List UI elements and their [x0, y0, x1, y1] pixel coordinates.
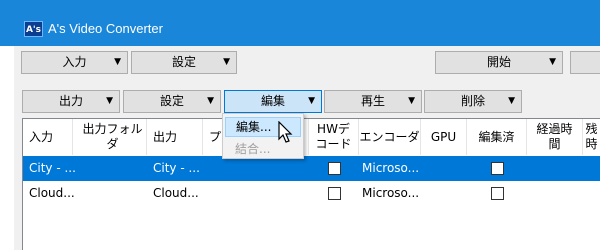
start-button-label: 開始 [486, 55, 511, 69]
output-button[interactable]: 出力 ▼ [22, 90, 120, 113]
settings-button-label: 設定 [171, 55, 196, 69]
edited-checkbox[interactable] [491, 187, 504, 200]
app-logo-icon: A's [24, 21, 43, 37]
column-header-output[interactable]: 出力 [147, 119, 203, 155]
cell-output: City - ... [153, 161, 200, 175]
input-button[interactable]: 入力 ▼ [21, 51, 128, 74]
edited-checkbox[interactable] [491, 162, 504, 175]
column-header-input[interactable]: 入力 [23, 119, 73, 155]
table-row[interactable]: City - ... City - ... Microso... [23, 156, 600, 181]
cell-encoder: Microso... [362, 186, 420, 200]
output-button-label: 出力 [58, 94, 83, 108]
hw-decode-checkbox[interactable] [328, 162, 341, 175]
cell-encoder: Microso... [362, 161, 420, 175]
cell-input: City - ... [29, 161, 76, 175]
chevron-down-icon: ▼ [549, 57, 556, 67]
column-header-hw-decode[interactable]: HWデ コード [309, 119, 359, 155]
more-button[interactable] [570, 51, 600, 74]
chevron-down-icon: ▼ [508, 96, 515, 106]
table-row[interactable]: Cloud... Cloud... Microso... [23, 181, 600, 206]
input-button-label: 入力 [62, 55, 87, 69]
chevron-down-icon: ▼ [223, 57, 230, 67]
play-button[interactable]: 再生 ▼ [324, 90, 422, 113]
play-button-label: 再生 [360, 94, 385, 108]
window-title: A's Video Converter [48, 21, 163, 36]
column-header-edited[interactable]: 編集済 [467, 119, 527, 155]
chevron-down-icon: ▼ [114, 57, 121, 67]
chevron-down-icon: ▼ [308, 96, 315, 106]
chevron-down-icon: ▼ [207, 96, 214, 106]
title-bar: A's A's Video Converter [0, 0, 600, 46]
main-window: 入力 ▼ 設定 ▼ 開始 ▼ 出力 ▼ 設定 ▼ 編集 ▼ 再生 ▼ 削除 ▼ … [14, 46, 600, 250]
start-button[interactable]: 開始 ▼ [435, 51, 563, 74]
edit-button[interactable]: 編集 ▼ [224, 90, 322, 113]
chevron-down-icon: ▼ [408, 96, 415, 106]
column-header-gpu[interactable]: GPU [421, 119, 467, 155]
edit-button-label: 編集 [260, 94, 285, 108]
delete-button[interactable]: 削除 ▼ [424, 90, 522, 113]
column-header-output-folder[interactable]: 出力フォルダ [73, 119, 147, 155]
column-header-encoder[interactable]: エンコーダ [359, 119, 421, 155]
hw-decode-checkbox[interactable] [328, 187, 341, 200]
settings-button[interactable]: 設定 ▼ [131, 51, 237, 74]
cell-input: Cloud... [29, 186, 75, 200]
chevron-down-icon: ▼ [106, 96, 113, 106]
delete-button-label: 削除 [460, 94, 485, 108]
settings2-button[interactable]: 設定 ▼ [123, 90, 221, 113]
settings2-button-label: 設定 [159, 94, 184, 108]
cell-output: Cloud... [153, 186, 199, 200]
column-header-elapsed[interactable]: 経過時 間 [527, 119, 583, 155]
column-header-remaining[interactable]: 残 時 [583, 119, 600, 155]
job-table[interactable]: 入力 出力フォルダ 出力 プリセ HWデ コード エンコーダ GPU 編集済 経… [22, 118, 600, 250]
mouse-pointer-icon [278, 121, 293, 143]
